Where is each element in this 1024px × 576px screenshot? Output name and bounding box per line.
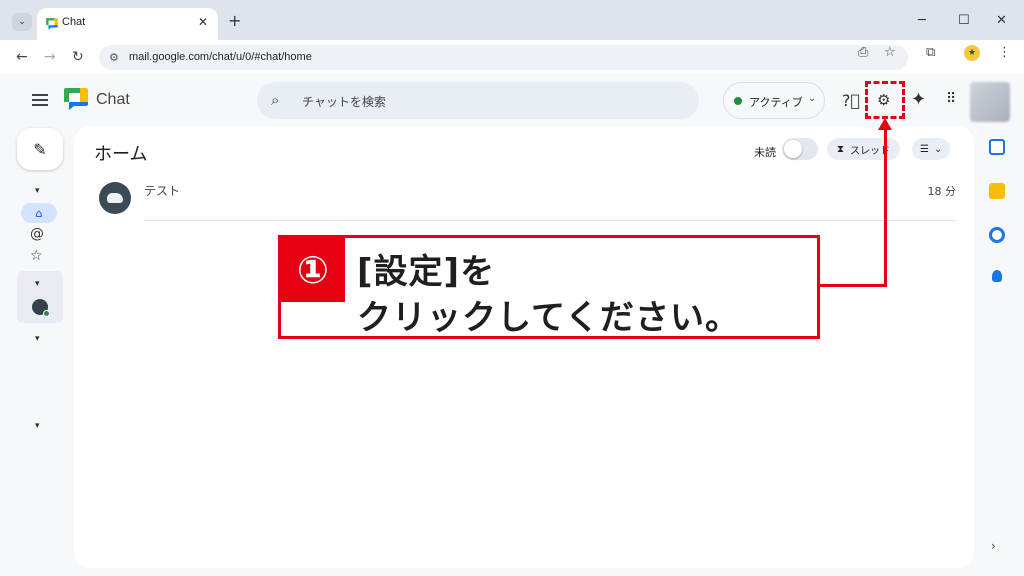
chat-time: 18 分: [927, 185, 957, 198]
apps-caret-icon[interactable]: ▾: [35, 334, 40, 344]
browser-tab-chat[interactable]: Chat ✕: [37, 8, 218, 40]
install-app-icon[interactable]: ⎙: [858, 45, 868, 60]
step-number: ①: [296, 248, 330, 292]
extensions-icon[interactable]: ⧉: [926, 45, 935, 60]
chat-avatar: [99, 182, 131, 214]
view-options-chip[interactable]: ☰ ⌄: [912, 138, 951, 160]
chat-logo-icon: [64, 88, 88, 110]
step-number-badge: ①: [281, 238, 345, 302]
back-icon[interactable]: ←: [16, 49, 28, 65]
toggle-knob: [784, 140, 802, 158]
home-icon: ⌂: [35, 206, 43, 220]
account-avatar[interactable]: [970, 82, 1010, 122]
mentions-icon[interactable]: @: [30, 226, 44, 242]
main-menu-icon[interactable]: [32, 94, 48, 109]
unread-label: 未読: [754, 146, 776, 159]
profile-icon[interactable]: ★: [964, 45, 980, 61]
instruction-callout: ① [設定]を クリックしてください。: [278, 235, 820, 339]
keep-icon[interactable]: [989, 183, 1005, 199]
spaces-caret-icon[interactable]: ▾: [35, 279, 40, 289]
bookmark-star-icon[interactable]: ☆: [884, 45, 896, 60]
window-close-icon[interactable]: ✕: [996, 13, 1007, 28]
more-caret-icon[interactable]: ▾: [35, 421, 40, 431]
threads-icon: ⧗: [837, 143, 845, 155]
status-dropdown[interactable]: アクティブ ⌄: [723, 82, 825, 119]
rail-spaces-group: ▾: [17, 271, 63, 323]
instruction-line-1: [設定]を: [357, 252, 496, 292]
chat-search-input[interactable]: ⌕ チャットを検索: [257, 82, 699, 119]
unread-toggle[interactable]: [782, 138, 818, 160]
chevron-right-icon[interactable]: ›: [991, 539, 996, 553]
bear-avatar-icon: [107, 193, 123, 203]
annotation-line-vertical: [884, 126, 887, 286]
space-online-dot: [43, 310, 50, 317]
settings-highlight-box: [865, 81, 905, 119]
chat-name: テスト: [144, 184, 181, 198]
url-text: mail.google.com/chat/u/0/#chat/home: [129, 51, 312, 63]
site-info-icon[interactable]: ⚙: [109, 51, 119, 64]
minimize-icon[interactable]: ─: [918, 13, 926, 28]
annotation-line-horizontal: [820, 284, 887, 287]
contacts-icon[interactable]: [992, 270, 1002, 282]
home-panel: ホーム 未読 ⧗ スレッド ☰ ⌄ テスト 18 分: [74, 126, 974, 568]
help-icon[interactable]: ?⃝: [842, 91, 860, 110]
new-chat-icon: ✎: [33, 139, 47, 159]
browser-menu-icon[interactable]: ⋮: [998, 45, 1011, 60]
active-status-dot: [734, 97, 742, 105]
gemini-sparkle-icon[interactable]: ✦: [911, 89, 926, 110]
chat-favicon-icon: [46, 18, 58, 30]
instruction-line-2: クリックしてください。: [357, 298, 740, 338]
row-divider: [144, 220, 956, 221]
maximize-icon[interactable]: ☐: [958, 13, 970, 28]
new-chat-button[interactable]: ✎: [17, 128, 63, 170]
tasks-icon[interactable]: [989, 227, 1005, 243]
page-title: ホーム: [94, 144, 148, 165]
search-placeholder: チャットを検索: [302, 95, 386, 109]
address-bar[interactable]: ⚙ mail.google.com/chat/u/0/#chat/home: [99, 45, 908, 70]
starred-icon[interactable]: ☆: [30, 248, 43, 264]
threads-chip[interactable]: ⧗ スレッド: [827, 138, 901, 160]
browser-toolbar: ← → ↻ ⚙ mail.google.com/chat/u/0/#chat/h…: [0, 40, 1024, 74]
reload-icon[interactable]: ↻: [72, 49, 84, 65]
view-list-icon: ☰: [920, 143, 929, 155]
apps-grid-icon[interactable]: ⠿: [946, 91, 956, 107]
search-icon: ⌕: [271, 91, 280, 109]
rail-home-button[interactable]: ⌂: [21, 203, 57, 223]
status-label: アクティブ: [749, 96, 803, 109]
new-tab-button[interactable]: +: [228, 13, 241, 29]
tab-title: Chat: [62, 16, 86, 28]
tab-search-button[interactable]: ⌄: [12, 13, 32, 31]
forward-icon[interactable]: →: [44, 49, 56, 65]
browser-tabstrip: ⌄ Chat ✕ + ─ ☐ ✕: [0, 0, 1024, 40]
collapse-caret-icon[interactable]: ▾: [35, 186, 40, 196]
app-title: Chat: [96, 91, 130, 108]
chevron-down-icon: ⌄: [933, 143, 943, 155]
chevron-down-icon: ⌄: [808, 93, 817, 104]
calendar-icon[interactable]: [989, 139, 1005, 155]
tab-close-icon[interactable]: ✕: [198, 15, 208, 29]
